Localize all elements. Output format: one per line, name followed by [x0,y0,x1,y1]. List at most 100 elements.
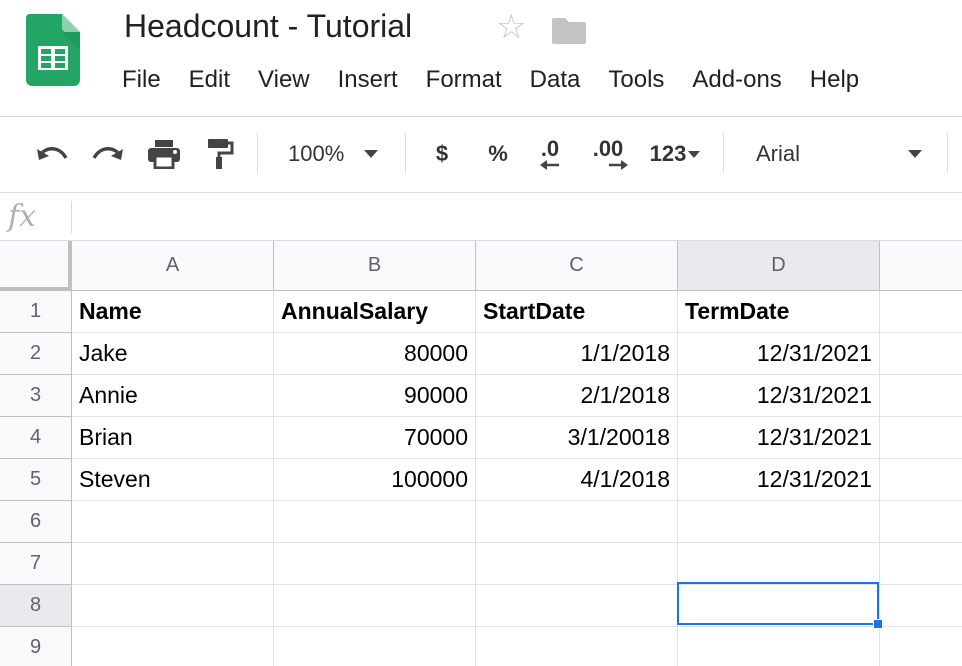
menu-bar: File Edit View Insert Format Data Tools … [122,66,887,94]
cell-e7[interactable] [880,543,962,585]
row-header-7[interactable]: 7 [0,543,72,585]
cell-a7[interactable] [72,543,274,585]
cell-d1[interactable]: TermDate [678,291,880,333]
toolbar: 100% $ % .0 .00 123 Arial [0,117,962,191]
fill-handle[interactable] [873,619,883,629]
chevron-down-icon [908,150,922,158]
column-header-d[interactable]: D [678,241,880,291]
zoom-select[interactable]: 100% [276,117,396,191]
decrease-decimal-button[interactable]: .0 [530,117,570,191]
cell-c6[interactable] [476,501,678,543]
row-header-9[interactable]: 9 [0,627,72,666]
cell-a5[interactable]: Steven [72,459,274,501]
column-header-c[interactable]: C [476,241,678,291]
menu-tools[interactable]: Tools [608,66,664,94]
cell-c1[interactable]: StartDate [476,291,678,333]
cell-c5[interactable]: 4/1/2018 [476,459,678,501]
row-header-1[interactable]: 1 [0,291,72,333]
cell-b2[interactable]: 80000 [274,333,476,375]
formula-input[interactable] [80,199,950,233]
cell-a8[interactable] [72,585,274,627]
cell-e2[interactable] [880,333,962,375]
paint-format-button[interactable] [198,117,242,191]
cell-a1[interactable]: Name [72,291,274,333]
star-icon[interactable]: ☆ [496,10,526,44]
cell-c9[interactable] [476,627,678,666]
menu-file[interactable]: File [122,66,161,94]
row-header-5[interactable]: 5 [0,459,72,501]
font-family-value: Arial [756,141,801,166]
currency-format-button[interactable]: $ [424,117,460,191]
decrease-decimal-label: .0 [540,136,560,161]
toolbar-separator [947,133,948,173]
cell-e6[interactable] [880,501,962,543]
print-button[interactable] [142,117,186,191]
undo-button[interactable] [30,117,74,191]
cell-a4[interactable]: Brian [72,417,274,459]
print-icon [148,140,180,169]
increase-decimal-button[interactable]: .00 [586,117,630,191]
menu-data[interactable]: Data [530,66,581,94]
cell-a9[interactable] [72,627,274,666]
menu-format[interactable]: Format [426,66,502,94]
menu-insert[interactable]: Insert [338,66,398,94]
row-header-2[interactable]: 2 [0,333,72,375]
folder-icon[interactable] [552,16,586,44]
cell-d2[interactable]: 12/31/2021 [678,333,880,375]
cell-e5[interactable] [880,459,962,501]
redo-button[interactable] [86,117,130,191]
cell-e3[interactable] [880,375,962,417]
cell-b5[interactable]: 100000 [274,459,476,501]
row-header-6[interactable]: 6 [0,501,72,543]
cell-e4[interactable] [880,417,962,459]
menu-add-ons[interactable]: Add-ons [692,66,781,94]
formula-bar: fx [0,193,962,240]
selected-cell-outline [677,582,879,625]
cell-e8[interactable] [880,585,962,627]
spreadsheet-grid: A B C D 1 Name AnnualSalary StartDate TermDa… [0,241,962,666]
cell-d9[interactable] [678,627,880,666]
menu-view[interactable]: View [258,66,310,94]
cell-d4[interactable]: 12/31/2021 [678,417,880,459]
increase-decimal-label: .00 [592,136,624,161]
percent-format-button[interactable]: % [480,117,516,191]
cell-e1[interactable] [880,291,962,333]
menu-help[interactable]: Help [810,66,859,94]
cell-e9[interactable] [880,627,962,666]
row-header-3[interactable]: 3 [0,375,72,417]
cell-b4[interactable]: 70000 [274,417,476,459]
cell-c2[interactable]: 1/1/2018 [476,333,678,375]
toolbar-separator [405,133,406,173]
zoom-value: 100% [288,141,345,166]
cell-a2[interactable]: Jake [72,333,274,375]
cell-b9[interactable] [274,627,476,666]
column-header-b[interactable]: B [274,241,476,291]
cell-b6[interactable] [274,501,476,543]
column-header-a[interactable]: A [72,241,274,291]
select-all-corner[interactable] [0,241,72,291]
cell-d5[interactable]: 12/31/2021 [678,459,880,501]
row-header-4[interactable]: 4 [0,417,72,459]
menu-edit[interactable]: Edit [189,66,230,94]
cell-d3[interactable]: 12/31/2021 [678,375,880,417]
more-formats-button[interactable]: 123 [642,117,708,191]
cell-c8[interactable] [476,585,678,627]
row-header-8[interactable]: 8 [0,585,72,627]
app-header: Headcount - Tutorial ☆ File Edit View In… [0,0,962,116]
cell-c4[interactable]: 3/1/20018 [476,417,678,459]
font-family-select[interactable]: Arial [744,117,936,191]
cell-a6[interactable] [72,501,274,543]
cell-b8[interactable] [274,585,476,627]
cell-b3[interactable]: 90000 [274,375,476,417]
column-header-e[interactable] [880,241,962,291]
cell-c3[interactable]: 2/1/2018 [476,375,678,417]
cell-d7[interactable] [678,543,880,585]
cell-c7[interactable] [476,543,678,585]
cell-b7[interactable] [274,543,476,585]
cell-b1[interactable]: AnnualSalary [274,291,476,333]
cell-a3[interactable]: Annie [72,375,274,417]
cell-d6[interactable] [678,501,880,543]
document-title[interactable]: Headcount - Tutorial [124,8,412,45]
sheets-logo-icon[interactable] [26,14,80,86]
toolbar-separator [257,133,258,173]
